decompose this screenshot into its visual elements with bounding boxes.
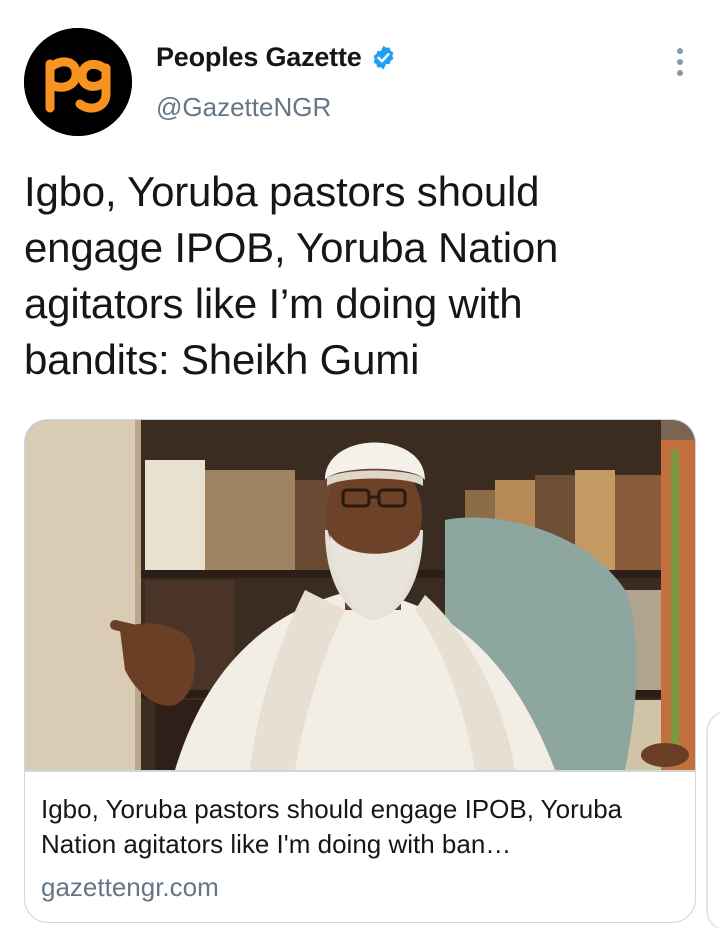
link-card-title[interactable]: Igbo, Yoruba pastors should engage IPOB,…	[41, 792, 681, 862]
more-dot	[677, 70, 683, 76]
author-handle[interactable]: @GazetteNGR	[156, 92, 331, 123]
link-card[interactable]: Igbo, Yoruba pastors should engage IPOB,…	[24, 419, 696, 923]
author-name[interactable]: Peoples Gazette	[156, 42, 397, 73]
edge-floating-element[interactable]	[706, 710, 720, 928]
more-dot	[677, 48, 683, 54]
link-card-image[interactable]	[25, 420, 695, 770]
tweet: Peoples Gazette @GazetteNGR Igbo, Yoruba…	[0, 0, 720, 928]
author-avatar[interactable]	[24, 28, 132, 136]
author-name-text[interactable]: Peoples Gazette	[156, 42, 362, 73]
more-vertical-icon[interactable]	[664, 44, 696, 80]
link-card-domain[interactable]: gazettengr.com	[41, 872, 219, 903]
tweet-text: Igbo, Yoruba pastors should engage IPOB,…	[24, 168, 559, 383]
verified-badge-icon	[373, 45, 393, 70]
more-dot	[677, 59, 683, 65]
card-divider	[25, 770, 695, 772]
peoples-gazette-logo	[24, 28, 132, 136]
photo-of-man-in-white-turban-before-bookshelves	[25, 420, 695, 770]
